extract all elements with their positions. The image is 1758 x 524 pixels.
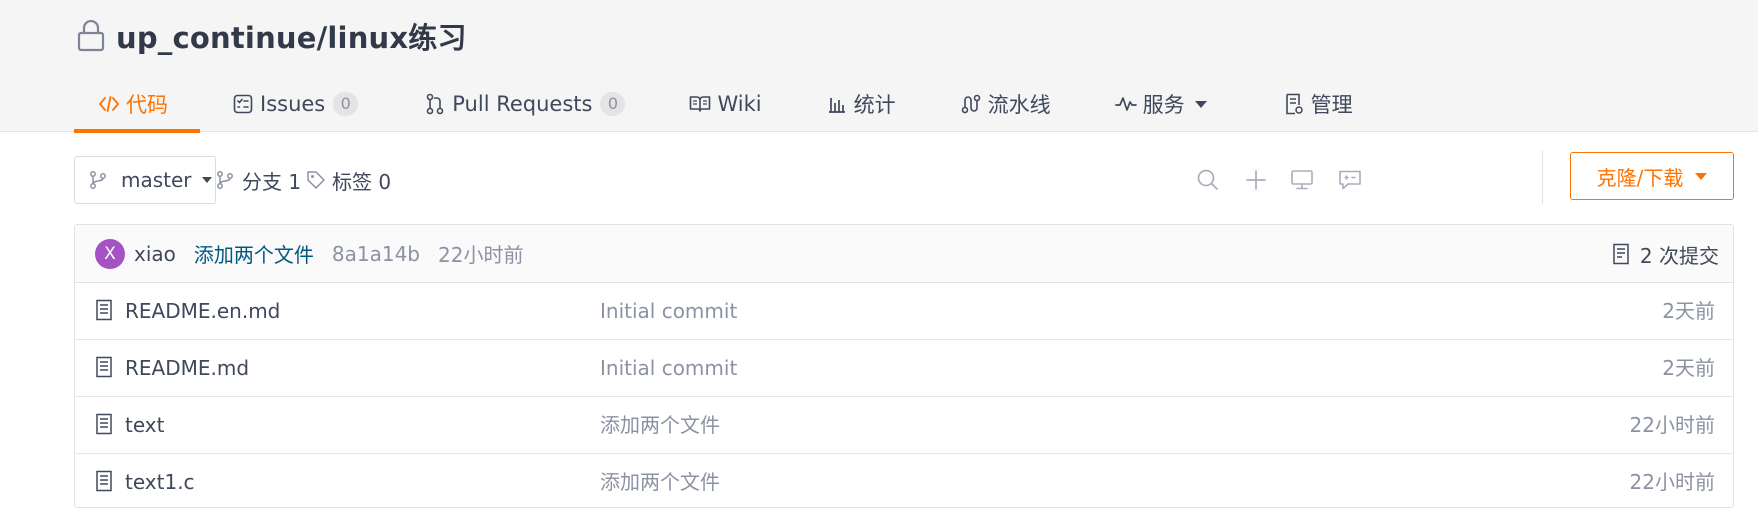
tab-pipeline[interactable]: 流水线 [960,76,1051,132]
tab-stats[interactable]: 统计 [826,76,896,132]
issues-icon [232,93,254,115]
file-commit-message[interactable]: 添加两个文件 [600,397,720,453]
clone-download-button[interactable]: 克隆/下载 [1570,152,1734,200]
table-row[interactable]: text 添加两个文件 22小时前 [75,397,1733,454]
file-list: X xiao 添加两个文件 8a1a14b 22小时前 2 次提交 README… [74,224,1734,508]
tags-link[interactable]: 标签 0 [306,156,391,204]
pipeline-icon [960,93,982,115]
tag-icon [306,170,326,190]
code-icon [98,93,120,115]
table-row[interactable]: README.md Initial commit 2天前 [75,340,1733,397]
file-icon [95,299,115,321]
file-commit-time: 22小时前 [1629,470,1715,494]
pulse-icon [1114,93,1137,115]
branch-icon [89,170,109,190]
plus-icon[interactable] [1242,166,1270,194]
chevron-down-icon [201,177,212,183]
commit-count: 2 次提交 [1639,243,1719,268]
lock-icon [74,18,108,54]
tab-wiki-label: Wiki [717,92,762,116]
commit-author[interactable]: xiao [134,242,176,266]
file-commit-message[interactable]: Initial commit [600,283,737,339]
tab-code-label: 代码 [126,93,168,117]
chevron-down-icon [1695,172,1708,180]
file-commit-time: 22小时前 [1629,413,1715,437]
tab-manage-label: 管理 [1310,93,1353,117]
branches-link[interactable]: 分支 1 [216,156,301,204]
search-icon[interactable] [1194,166,1222,194]
branch-select[interactable]: master [74,156,216,204]
file-commit-message[interactable]: 添加两个文件 [600,454,720,510]
tab-wiki[interactable]: Wiki [689,76,762,132]
tab-manage[interactable]: 管理 [1283,76,1353,132]
tags-count: 标签 0 [332,169,392,194]
repo-name[interactable]: up_continue/linux练习 [116,15,467,57]
file-commit-message[interactable]: Initial commit [600,340,737,396]
tab-code[interactable]: 代码 [74,76,200,133]
tab-pull-requests-label: Pull Requests [452,92,593,116]
book-icon [689,93,711,115]
toolbar-divider [1542,150,1543,204]
commit-count-link[interactable]: 2 次提交 [1612,225,1719,283]
commit-history-icon [1612,243,1634,265]
tab-stats-label: 统计 [853,93,896,117]
file-commit-time: 2天前 [1662,299,1715,323]
tab-issues-label: Issues [260,92,326,116]
file-commit-time: 2天前 [1662,356,1715,380]
file-icon [95,413,115,435]
repo-tabs: 代码 Issues 0 Pull Requests 0 Wiki 统计 流水线 … [74,76,1353,133]
pull-requests-count-badge: 0 [600,92,626,116]
branch-name: master [121,168,192,192]
table-row[interactable]: README.en.md Initial commit 2天前 [75,283,1733,340]
tab-services-label: 服务 [1142,93,1185,117]
table-row[interactable]: text1.c 添加两个文件 22小时前 [75,454,1733,511]
file-name[interactable]: README.md [125,340,249,396]
bar-chart-icon [826,93,848,115]
comment-code-icon[interactable] [1336,166,1364,194]
commit-time: 22小时前 [438,243,524,267]
branch-icon [216,170,236,190]
tab-pipeline-label: 流水线 [987,93,1051,117]
repo-title: up_continue/linux练习 [74,16,467,56]
avatar[interactable]: X [95,238,125,269]
tab-pull-requests[interactable]: Pull Requests 0 [424,76,626,132]
latest-commit-bar: X xiao 添加两个文件 8a1a14b 22小时前 2 次提交 [75,225,1733,283]
commit-message[interactable]: 添加两个文件 [194,239,314,268]
repo-header: up_continue/linux练习 代码 Issues 0 Pull Req… [0,0,1758,133]
file-name[interactable]: text1.c [125,454,195,510]
file-name[interactable]: README.en.md [125,283,280,339]
file-name[interactable]: text [125,397,164,453]
chevron-down-icon [1194,100,1207,108]
commit-hash[interactable]: 8a1a14b [332,242,420,266]
file-icon [95,356,115,378]
issues-count-badge: 0 [333,92,359,116]
pull-request-icon [424,93,446,115]
monitor-icon[interactable] [1288,166,1316,194]
branches-count: 分支 1 [242,169,302,194]
clone-download-label: 克隆/下载 [1596,165,1684,190]
file-icon [95,470,115,492]
settings-doc-icon [1283,93,1305,115]
tab-issues[interactable]: Issues 0 [232,76,359,132]
repo-toolbar: master 分支 1 标签 0 克隆/下载 [74,150,1734,204]
tab-services[interactable]: 服务 [1114,76,1207,132]
